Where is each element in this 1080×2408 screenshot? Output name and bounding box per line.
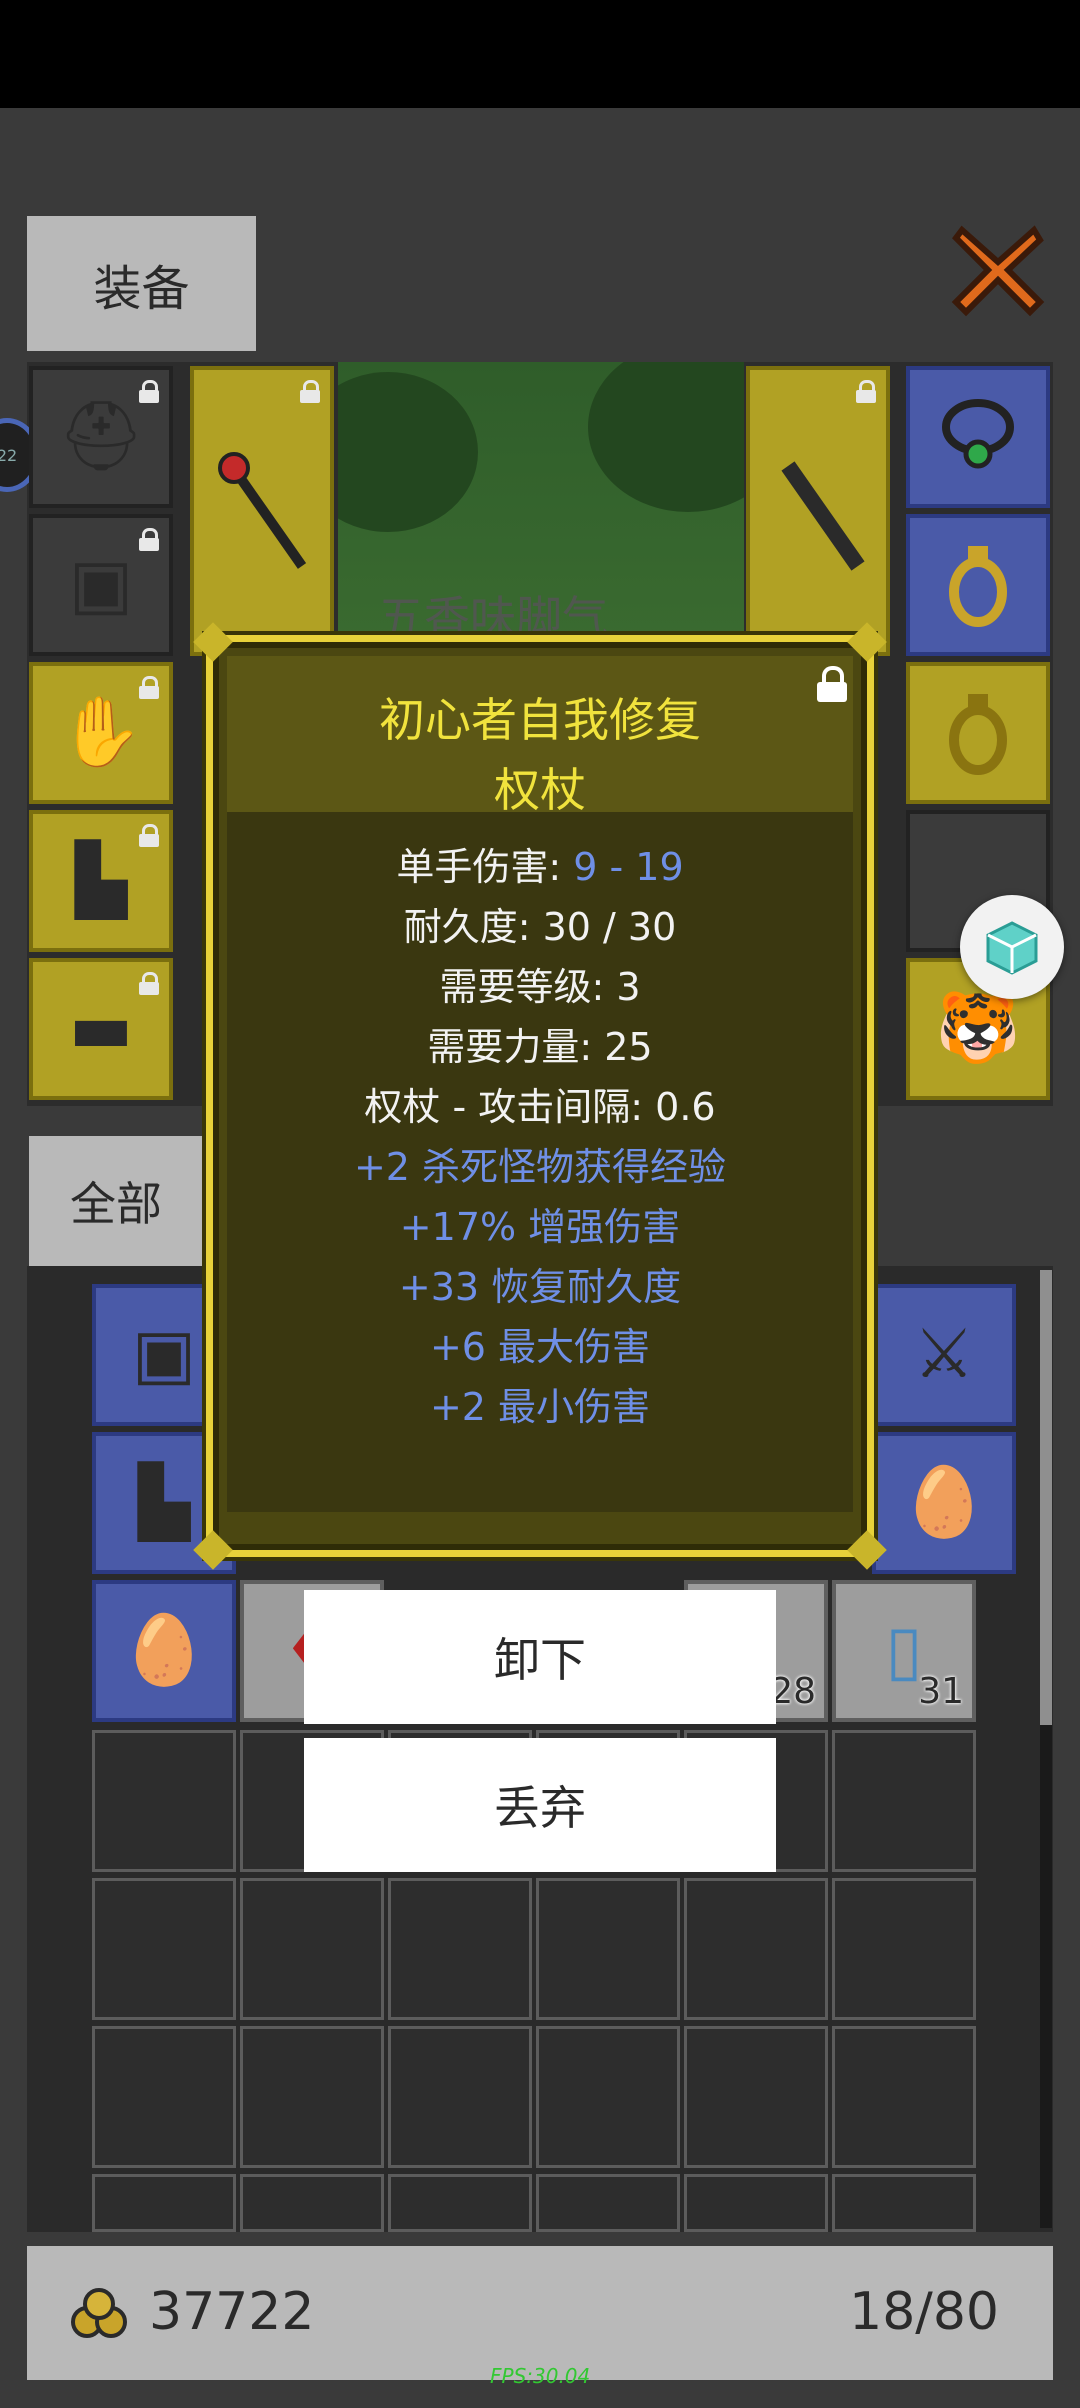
item-name-line-2: 权杖 xyxy=(494,763,586,817)
close-button[interactable] xyxy=(950,222,1046,318)
inventory-slot-empty[interactable] xyxy=(240,2026,384,2168)
stat-damage-label: 单手伤害: xyxy=(396,845,574,889)
equip-slot-off-hand[interactable] xyxy=(746,366,890,656)
discard-button[interactable]: 丢弃 xyxy=(304,1738,776,1872)
inventory-slot[interactable]: ⚔ xyxy=(872,1284,1016,1426)
inventory-slot-empty[interactable] xyxy=(536,2026,680,2168)
stat-damage-value: 9 - 19 xyxy=(573,845,684,889)
equip-slot-gloves[interactable]: ✋ xyxy=(29,662,173,804)
lock-icon xyxy=(139,676,159,699)
lock-icon xyxy=(300,380,320,403)
inventory-slot[interactable]: 🥚 xyxy=(872,1432,1016,1574)
inventory-slot-empty[interactable] xyxy=(536,1878,680,2020)
coin-pile-icon xyxy=(71,2288,127,2338)
inventory-slot-empty[interactable] xyxy=(832,2026,976,2168)
ring-icon xyxy=(949,694,1007,775)
inventory-slot-empty[interactable] xyxy=(92,1730,236,1872)
stat-durability: 耐久度: 30 / 30 xyxy=(403,905,677,949)
inventory-slot-empty[interactable] xyxy=(832,2174,976,2232)
affix-line: +2 最小伤害 xyxy=(429,1385,651,1429)
equip-slot-ring-1[interactable] xyxy=(906,514,1050,656)
tab-all[interactable]: 全部 xyxy=(29,1136,203,1266)
inventory-slot-empty[interactable] xyxy=(388,1878,532,2020)
inventory-slot-empty[interactable] xyxy=(832,1730,976,1872)
stat-required-strength: 需要力量: 25 xyxy=(427,1025,653,1069)
boots-icon: ▙ xyxy=(74,841,128,920)
egg-icon: 🥚 xyxy=(901,1463,987,1542)
affix-line: +33 恢复耐久度 xyxy=(398,1265,682,1309)
unequip-button[interactable]: 卸下 xyxy=(304,1590,776,1724)
inventory-slot-empty[interactable] xyxy=(684,2026,828,2168)
club-icon xyxy=(781,461,865,571)
armor-icon: ▣ xyxy=(131,1315,197,1394)
inventory-slot-empty[interactable] xyxy=(92,2026,236,2168)
equip-slot-amulet[interactable] xyxy=(906,366,1050,508)
equip-slot-helmet[interactable]: ⛑ xyxy=(29,366,173,508)
inventory-slot-empty[interactable] xyxy=(536,2174,680,2232)
cube-icon xyxy=(986,921,1038,975)
ring-icon xyxy=(949,546,1007,627)
gold-amount: 37722 xyxy=(149,2282,315,2342)
inventory-slot[interactable]: 🥚 xyxy=(92,1580,236,1722)
stat-required-level: 需要等级: 3 xyxy=(439,965,641,1009)
close-x-icon xyxy=(951,225,1045,317)
inventory-slot-empty[interactable] xyxy=(388,2174,532,2232)
inventory-slot-empty[interactable] xyxy=(92,1878,236,2020)
floating-assist-button[interactable] xyxy=(960,895,1064,999)
equip-slot-main-hand[interactable] xyxy=(190,366,334,656)
pet-icon: 🐯 xyxy=(935,989,1021,1068)
inventory-capacity: 18/80 xyxy=(849,2282,999,2342)
equip-slot-ring-2[interactable] xyxy=(906,662,1050,804)
item-count: 31 xyxy=(918,1671,964,1712)
tab-equipment[interactable]: 装备 xyxy=(27,216,256,351)
lock-icon xyxy=(139,824,159,847)
inventory-slot-empty[interactable] xyxy=(832,1878,976,2020)
helmet-icon: ⛑ xyxy=(57,397,145,476)
stat-attack-interval: 权杖 - 攻击间隔: 0.6 xyxy=(364,1085,716,1129)
scepter-icon xyxy=(218,452,307,569)
lock-icon xyxy=(139,380,159,403)
equip-slot-armor[interactable]: ▣ xyxy=(29,514,173,656)
item-count: 28 xyxy=(770,1671,816,1712)
belt-icon: ▬ xyxy=(68,989,134,1068)
scrollbar-thumb[interactable] xyxy=(1040,1270,1052,1725)
stat-damage: 单手伤害: 9 - 19 xyxy=(213,836,867,891)
egg-icon: 🥚 xyxy=(121,1611,207,1690)
inventory-slot-empty[interactable] xyxy=(92,2174,236,2232)
equip-slot-belt[interactable]: ▬ xyxy=(29,958,173,1100)
affix-line: +17% 增强伤害 xyxy=(399,1205,681,1249)
status-bar xyxy=(0,0,1080,108)
amulet-icon xyxy=(942,399,1014,469)
boots-icon: ▙ xyxy=(137,1463,191,1542)
armor-icon: ▣ xyxy=(68,545,134,624)
inventory-slot-empty[interactable] xyxy=(240,2174,384,2232)
equip-slot-boots[interactable]: ▙ xyxy=(29,810,173,952)
inventory-slot-empty[interactable] xyxy=(388,2026,532,2168)
inventory-slot-empty[interactable] xyxy=(240,1878,384,2020)
crossed-swords-icon: ⚔ xyxy=(913,1315,975,1394)
inventory-slot-empty[interactable] xyxy=(684,1878,828,2020)
fps-counter: FPS:30.04 xyxy=(490,2364,591,2388)
lock-icon xyxy=(856,380,876,403)
lock-icon xyxy=(139,528,159,551)
affix-line: +2 杀死怪物获得经验 xyxy=(353,1145,727,1189)
gloves-icon: ✋ xyxy=(58,693,144,772)
inventory-slot-empty[interactable] xyxy=(684,2174,828,2232)
inventory-slot[interactable]: ▯ 31 xyxy=(832,1580,976,1722)
currency-bar: 37722 18/80 xyxy=(27,2246,1053,2380)
affix-line: +6 最大伤害 xyxy=(429,1325,651,1369)
item-name-line-1: 初心者自我修复 xyxy=(379,693,701,747)
item-tooltip: 初心者自我修复 权杖 单手伤害: 9 - 19 耐久度: 30 / 30 需要等… xyxy=(193,622,887,1570)
lock-icon xyxy=(139,972,159,995)
